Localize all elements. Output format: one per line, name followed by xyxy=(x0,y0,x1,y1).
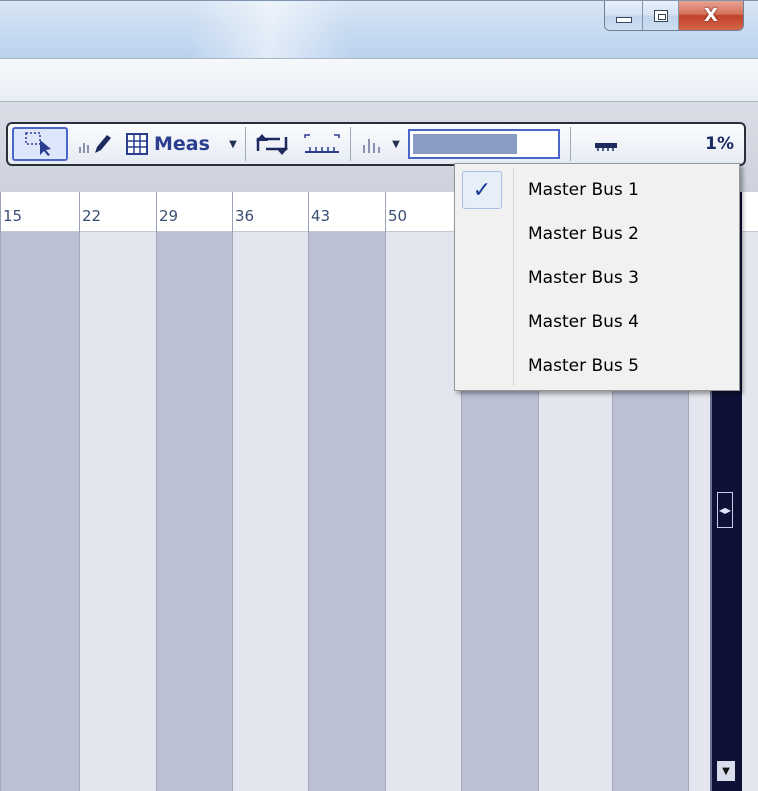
loop-icon xyxy=(256,134,288,155)
menu-item-master-bus-4[interactable]: Master Bus 4 xyxy=(458,302,736,342)
select-tool-icon xyxy=(25,132,51,156)
chevron-down-icon: ▼ xyxy=(722,765,730,777)
close-icon: X xyxy=(704,4,718,26)
timeline-column xyxy=(385,192,461,791)
menu-item-master-bus-1[interactable]: ✓ Master Bus 1 xyxy=(458,170,736,210)
timeline-gridline xyxy=(156,192,157,791)
ruler-tick: 15 xyxy=(0,192,22,232)
ruler-tick: 36 xyxy=(232,192,254,232)
menu-bar xyxy=(0,58,758,102)
toolbar-separator xyxy=(245,127,246,161)
snap-grid-button[interactable] xyxy=(122,127,152,161)
snap-grid-icon xyxy=(126,133,148,155)
timeline-gridline xyxy=(79,192,80,791)
snap-unit-button[interactable]: Meas xyxy=(152,127,224,161)
maximize-button[interactable] xyxy=(643,1,679,30)
bars-icon xyxy=(363,139,380,153)
scroll-handle[interactable]: ◂▸ xyxy=(717,492,733,528)
scroll-down-button[interactable]: ▼ xyxy=(717,761,735,781)
menu-item-check-slot xyxy=(462,259,502,297)
menu-item-label: Master Bus 1 xyxy=(528,180,639,200)
ruler-tick: 29 xyxy=(156,192,178,232)
toolbar-separator xyxy=(570,127,571,161)
checkmark-icon: ✓ xyxy=(462,171,502,209)
zoom-ruler-icon xyxy=(595,143,617,151)
resize-handle-icon: ◂▸ xyxy=(718,503,732,517)
level-meter-fill xyxy=(413,134,517,154)
bus-dropdown-menu: ✓ Master Bus 1 Master Bus 2 Master Bus 3… xyxy=(454,163,740,391)
draw-tool-icon xyxy=(79,135,111,153)
timeline-column xyxy=(232,192,308,791)
caption-buttons: X xyxy=(604,1,744,31)
snap-unit-dropdown[interactable]: ▼ xyxy=(224,127,242,161)
track-toolbar: Meas ▼ ▼ 1% xyxy=(6,122,746,166)
chevron-down-icon: ▼ xyxy=(229,138,237,150)
timeline-gridline xyxy=(385,192,386,791)
ruler-icon xyxy=(304,134,340,153)
minimize-icon xyxy=(615,16,632,23)
close-button[interactable]: X xyxy=(679,1,743,30)
menu-item-check-slot xyxy=(462,347,502,385)
toolbar-separator xyxy=(350,127,351,161)
menu-item-label: Master Bus 3 xyxy=(528,268,639,288)
maximize-icon xyxy=(653,9,668,22)
loop-button[interactable] xyxy=(249,127,297,161)
timeline-gridline xyxy=(232,192,233,791)
timeline-column xyxy=(156,192,232,791)
timeline-gridline xyxy=(308,192,309,791)
timeline-column xyxy=(0,192,79,791)
menu-item-label: Master Bus 2 xyxy=(528,224,639,244)
level-meter[interactable] xyxy=(408,129,560,159)
title-bar-shine xyxy=(190,1,350,59)
ruler-tick: 50 xyxy=(385,192,407,232)
menu-item-check-slot xyxy=(462,303,502,341)
ruler-button[interactable] xyxy=(297,127,347,161)
menu-item-label: Master Bus 4 xyxy=(528,312,639,332)
menu-item-master-bus-2[interactable]: Master Bus 2 xyxy=(458,214,736,254)
chevron-down-icon: ▼ xyxy=(392,138,400,150)
timeline-gridline xyxy=(0,192,1,791)
title-bar: X xyxy=(0,0,758,59)
select-tool-button[interactable] xyxy=(12,127,68,161)
zoom-percent: 1% xyxy=(705,134,734,154)
bus-select-button[interactable] xyxy=(354,127,388,161)
timeline-column xyxy=(79,192,156,791)
menu-item-label: Master Bus 5 xyxy=(528,356,639,376)
ruler-tick: 22 xyxy=(79,192,101,232)
timeline-column xyxy=(308,192,385,791)
minimize-button[interactable] xyxy=(605,1,643,30)
menu-item-check-slot xyxy=(462,215,502,253)
ruler-tick: 43 xyxy=(308,192,330,232)
menu-item-master-bus-3[interactable]: Master Bus 3 xyxy=(458,258,736,298)
bus-select-dropdown[interactable]: ▼ xyxy=(388,127,404,161)
menu-item-master-bus-5[interactable]: Master Bus 5 xyxy=(458,346,736,386)
zoom-button[interactable] xyxy=(584,127,630,161)
draw-tool-button[interactable] xyxy=(68,127,122,161)
